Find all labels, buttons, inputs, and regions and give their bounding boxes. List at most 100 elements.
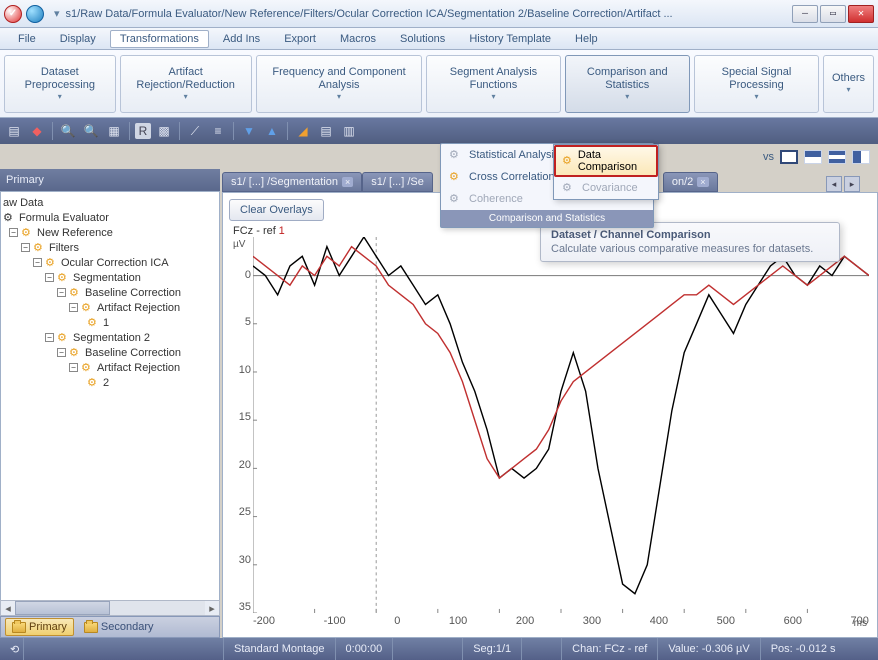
- chart-canvas: [253, 237, 869, 613]
- tree-label: Segmentation 2: [73, 332, 150, 344]
- ribbon-others[interactable]: Others▾: [823, 55, 874, 113]
- menu-export[interactable]: Export: [274, 30, 326, 48]
- ribbon-label: Segment Analysis Functions: [435, 66, 551, 92]
- tree-node[interactable]: ⚙Formula Evaluator: [3, 210, 217, 225]
- window-title: s1/Raw Data/Formula Evaluator/New Refere…: [66, 8, 792, 20]
- collapse-icon[interactable]: −: [69, 303, 78, 312]
- ribbon-dataset-preprocessing[interactable]: Dataset Preprocessing▾: [4, 55, 116, 113]
- ribbon-label: Special Signal Processing: [703, 66, 810, 92]
- collapse-icon[interactable]: −: [33, 258, 42, 267]
- close-button[interactable]: ✕: [848, 5, 874, 23]
- menu-solutions[interactable]: Solutions: [390, 30, 455, 48]
- layout-icon-1[interactable]: [780, 150, 798, 164]
- tree-node[interactable]: −⚙Artifact Rejection: [3, 360, 217, 375]
- tab-label: Secondary: [101, 621, 154, 633]
- toolbar-r-icon[interactable]: R: [135, 123, 151, 139]
- menu-macros[interactable]: Macros: [330, 30, 386, 48]
- collapse-icon[interactable]: −: [57, 288, 66, 297]
- toolbar-icon-5[interactable]: ▦: [104, 121, 124, 141]
- tree-node[interactable]: −⚙Baseline Correction: [3, 345, 217, 360]
- collapse-icon[interactable]: −: [57, 348, 66, 357]
- tab-2[interactable]: s1/ [...] /Se: [362, 172, 433, 192]
- tab-close-icon[interactable]: ×: [697, 177, 708, 187]
- tab-primary[interactable]: Primary: [5, 618, 74, 636]
- layout-icon-3[interactable]: [828, 150, 846, 164]
- tree-label: Artifact Rejection: [97, 302, 180, 314]
- tree-node[interactable]: −⚙Filters: [3, 240, 217, 255]
- ribbon-frequency-component[interactable]: Frequency and Component Analysis▾: [256, 55, 423, 113]
- title-separator: ▾: [54, 7, 60, 20]
- tree-node[interactable]: −⚙Baseline Correction: [3, 285, 217, 300]
- tab-label: s1/ [...] /Se: [371, 176, 424, 188]
- tree-node[interactable]: −⚙Segmentation: [3, 270, 217, 285]
- tree-node[interactable]: −⚙Ocular Correction ICA: [3, 255, 217, 270]
- arrow-down-icon[interactable]: ▼: [239, 121, 259, 141]
- gear-icon: ⚙: [21, 226, 34, 239]
- layout-icon-4[interactable]: [852, 150, 870, 164]
- tree-scrollbar[interactable]: ◂ ▸: [0, 600, 220, 616]
- toolbar-icon-1[interactable]: ▤: [4, 121, 24, 141]
- collapse-icon[interactable]: −: [45, 273, 54, 282]
- dataset-tree[interactable]: aw Data ⚙Formula Evaluator −⚙New Referen…: [0, 191, 220, 616]
- menu-addins[interactable]: Add Ins: [213, 30, 270, 48]
- tree-node[interactable]: ⚙1: [3, 315, 217, 330]
- tab-scroll-right[interactable]: ▸: [844, 176, 860, 192]
- tree-node[interactable]: −⚙Artifact Rejection: [3, 300, 217, 315]
- layout-icon-2[interactable]: [804, 150, 822, 164]
- globe-icon[interactable]: [26, 5, 44, 23]
- dropdown-data-comparison[interactable]: ⚙Data Comparison: [554, 145, 658, 177]
- gear-icon: ⚙: [57, 271, 70, 284]
- tree-node[interactable]: −⚙New Reference: [3, 225, 217, 240]
- menu-help[interactable]: Help: [565, 30, 608, 48]
- gear-icon: ⚙: [562, 181, 576, 195]
- tree-node[interactable]: ⚙2: [3, 375, 217, 390]
- scrollbar-thumb[interactable]: [15, 601, 110, 615]
- app-icon: [4, 5, 22, 23]
- ribbon-comparison-statistics[interactable]: Comparison and Statistics▾: [565, 55, 690, 113]
- tree-label: Formula Evaluator: [19, 212, 109, 224]
- collapse-icon[interactable]: −: [69, 363, 78, 372]
- collapse-icon[interactable]: −: [9, 228, 18, 237]
- zoom-out-icon[interactable]: 🔍: [81, 121, 101, 141]
- tab-3[interactable]: on/2×: [663, 172, 718, 192]
- arrow-up-icon[interactable]: ▲: [262, 121, 282, 141]
- menu-transformations[interactable]: Transformations: [110, 30, 209, 48]
- ribbon: Dataset Preprocessing▾ Artifact Rejectio…: [0, 50, 878, 118]
- toolbar-icon-9[interactable]: ≡: [208, 121, 228, 141]
- tree-node[interactable]: −⚙Segmentation 2: [3, 330, 217, 345]
- ribbon-artifact-rejection[interactable]: Artifact Rejection/Reduction▾: [120, 55, 252, 113]
- menu-history[interactable]: History Template: [459, 30, 561, 48]
- toolbar-icon-7[interactable]: ▩: [154, 121, 174, 141]
- tree-node[interactable]: aw Data: [3, 196, 217, 210]
- clear-overlays-button[interactable]: Clear Overlays: [229, 199, 324, 221]
- tree-label: Ocular Correction ICA: [61, 257, 169, 269]
- sidebar-title: Primary: [6, 174, 44, 186]
- tab-label: Primary: [29, 621, 67, 633]
- toolbar-icon-2[interactable]: ◆: [27, 121, 47, 141]
- toolbar-icon-8[interactable]: ⟋: [185, 121, 205, 141]
- tab-1[interactable]: s1/ [...] /Segmentation×: [222, 172, 362, 192]
- gear-icon: ⚙: [69, 346, 82, 359]
- collapse-icon[interactable]: −: [45, 333, 54, 342]
- menu-display[interactable]: Display: [50, 30, 106, 48]
- ribbon-special-signal[interactable]: Special Signal Processing▾: [694, 55, 819, 113]
- tab-secondary[interactable]: Secondary: [78, 619, 160, 635]
- menubar: File Display Transformations Add Ins Exp…: [0, 28, 878, 50]
- x-axis-ticks: -200-1000100200300400500600700: [253, 615, 869, 629]
- toolbar-icon-12[interactable]: ◢: [293, 121, 313, 141]
- zoom-icon[interactable]: 🔍: [58, 121, 78, 141]
- sidebar-tabs: Primary Secondary: [0, 616, 220, 638]
- ribbon-label: Comparison and Statistics: [574, 66, 681, 92]
- toolbar-icon-14[interactable]: ▥: [339, 121, 359, 141]
- menu-file[interactable]: File: [8, 30, 46, 48]
- minimize-button[interactable]: —: [792, 5, 818, 23]
- tab-close-icon[interactable]: ×: [342, 177, 353, 187]
- status-icon[interactable]: ⟲: [0, 638, 24, 660]
- status-position: Pos: -0.012 s: [761, 638, 846, 660]
- folder-icon: [84, 622, 98, 633]
- tab-scroll-left[interactable]: ◂: [826, 176, 842, 192]
- toolbar-icon-13[interactable]: ▤: [316, 121, 336, 141]
- ribbon-segment-analysis[interactable]: Segment Analysis Functions▾: [426, 55, 560, 113]
- collapse-icon[interactable]: −: [21, 243, 30, 252]
- maximize-button[interactable]: ▭: [820, 5, 846, 23]
